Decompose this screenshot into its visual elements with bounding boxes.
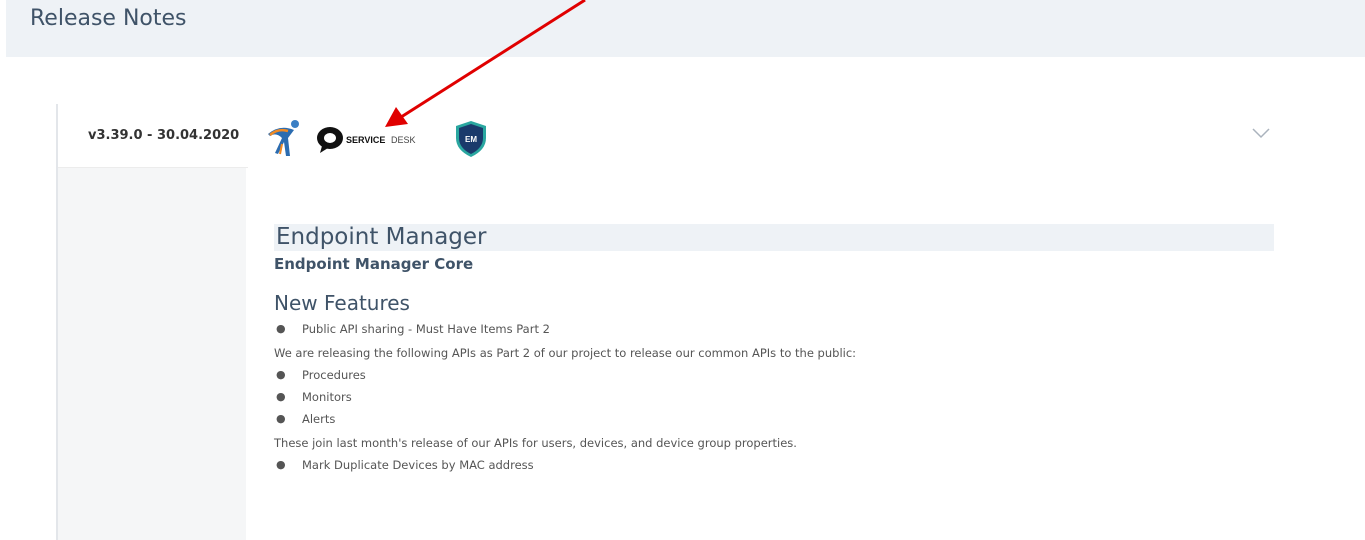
list-item-text: Public API sharing - Must Have Items Par…	[302, 322, 550, 336]
paragraph: These join last month's release of our A…	[274, 436, 797, 450]
person-runner-logo	[268, 120, 299, 156]
list-item: ● Procedures	[276, 368, 366, 382]
page-header: Release Notes	[6, 0, 1365, 57]
list-item-text: Monitors	[302, 390, 352, 404]
list-item: ● Alerts	[276, 412, 336, 426]
em-shield-logo: EM	[456, 121, 486, 157]
em-shield-logo-text: EM	[465, 135, 477, 144]
servicedesk-logo-text-light: DESK	[391, 135, 416, 145]
servicedesk-logo: SERVICE DESK	[317, 127, 416, 153]
release-version: v3.39.0 - 30.04.2020	[88, 128, 240, 143]
page-title: Release Notes	[30, 6, 187, 31]
list-item-text: Procedures	[302, 368, 366, 382]
release-entry: v3.39.0 - 30.04.2020 SERVICE DESK EM End…	[56, 104, 1296, 540]
list-item: ● Mark Duplicate Devices by MAC address	[276, 458, 534, 472]
paragraph: We are releasing the following APIs as P…	[274, 346, 857, 360]
release-sidebar: v3.39.0 - 30.04.2020	[56, 104, 248, 540]
list-item-text: Mark Duplicate Devices by MAC address	[302, 458, 534, 472]
product-subtitle: Endpoint Manager Core	[274, 255, 474, 273]
chevron-down-icon[interactable]	[1251, 126, 1271, 140]
list-item: ● Public API sharing - Must Have Items Pa…	[276, 322, 550, 336]
release-content: Endpoint Manager Endpoint Manager Core N…	[274, 224, 1274, 473]
list-item-text: Alerts	[302, 412, 336, 426]
servicedesk-logo-text-bold: SERVICE	[346, 135, 385, 145]
section-title: New Features	[274, 291, 410, 315]
list-item: ● Monitors	[276, 390, 352, 404]
product-title: Endpoint Manager	[274, 224, 1274, 251]
